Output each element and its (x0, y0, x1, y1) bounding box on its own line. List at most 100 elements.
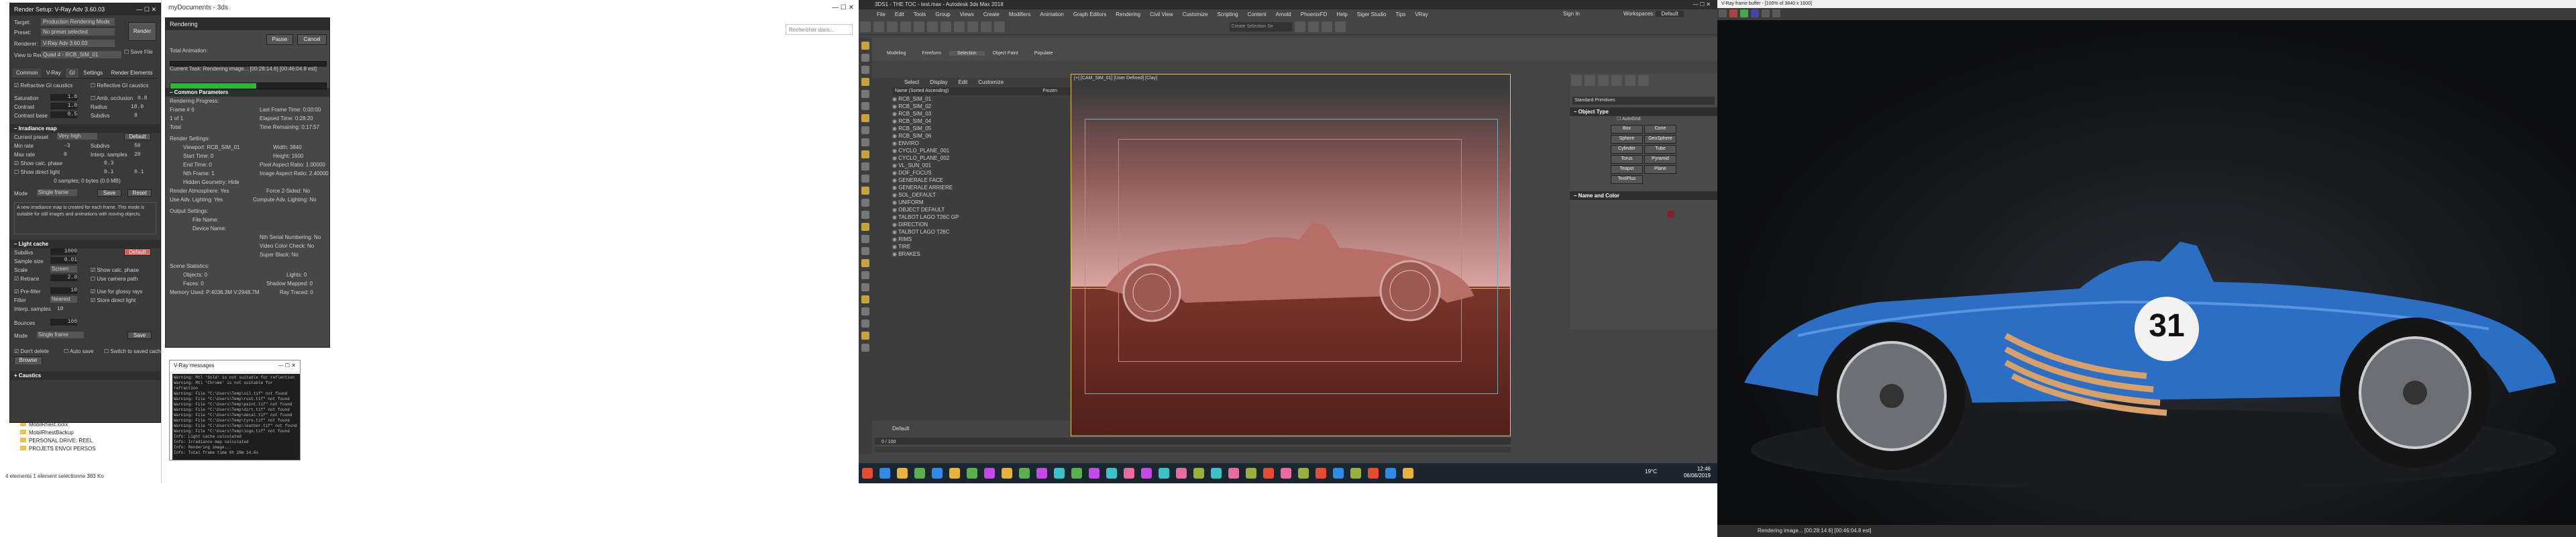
modify-tab-icon[interactable] (1585, 75, 1595, 86)
visibility-icon[interactable]: ◉ (892, 96, 898, 102)
tool-strip-icon[interactable] (861, 332, 869, 340)
select-by-name-icon[interactable] (941, 21, 951, 32)
tool-strip-icon[interactable] (861, 199, 869, 207)
tool-strip-icon[interactable] (861, 344, 869, 352)
taskbar-app-icon[interactable] (1019, 468, 1030, 479)
tool-strip-icon[interactable] (861, 54, 869, 62)
tool-strip-icon[interactable] (861, 42, 869, 50)
visibility-icon[interactable]: ◉ (892, 244, 898, 250)
visibility-icon[interactable]: ◉ (892, 251, 898, 257)
lc-save-button[interactable]: Save (127, 332, 152, 339)
scale-icon[interactable] (994, 21, 1005, 32)
taskbar-app-icon[interactable] (862, 468, 873, 479)
lc-default-button[interactable]: Default (124, 248, 151, 256)
save-file-checkbox[interactable]: ☐ Save File (124, 49, 153, 55)
explorer-window-controls[interactable]: — ☐ ✕ (832, 0, 854, 16)
taskbar-app-icon[interactable] (1246, 468, 1256, 479)
scene-object[interactable]: ◉ BRAKES (872, 250, 1071, 258)
scene-object[interactable]: ◉ DIRECTION (872, 221, 1071, 228)
scene-object[interactable]: ◉ OBJECT DEFAULT (872, 206, 1071, 213)
lc-subdivs-field[interactable]: 1000 (50, 248, 77, 255)
taskbar-app-icon[interactable] (1176, 468, 1187, 479)
tool-strip-icon[interactable] (861, 235, 869, 243)
taskbar-app-icon[interactable] (1124, 468, 1134, 479)
taskbar-app-icon[interactable] (967, 468, 977, 479)
tool-strip-icon[interactable] (861, 66, 869, 74)
scene-object[interactable]: ◉ TALBOT LAGO T26C GP (872, 213, 1071, 221)
tool-strip-icon[interactable] (861, 187, 869, 195)
taskbar-app-icon[interactable] (1298, 468, 1309, 479)
taskbar-app-icon[interactable] (949, 468, 960, 479)
visibility-icon[interactable]: ◉ (892, 170, 898, 176)
taskbar-app-icon[interactable] (1385, 468, 1396, 479)
amb-occlusion-checkbox[interactable]: ☐ Amb. occlusion (91, 94, 133, 103)
name-color-rollout[interactable]: – Name and Color (1570, 191, 1717, 200)
scene-object[interactable]: ◉ VL_SUN_001 (872, 162, 1071, 169)
ribbon-tab-modeling[interactable]: Modeling (879, 51, 914, 56)
primitive-pyramid-button[interactable]: Pyramid (1644, 155, 1676, 164)
tray-time[interactable]: 12:46 (1697, 466, 1711, 472)
taskbar-app-icon[interactable] (1368, 468, 1379, 479)
tab-common[interactable]: Common (13, 68, 42, 78)
tool-strip-icon[interactable] (861, 90, 869, 98)
tool-strip-icon[interactable] (861, 223, 869, 231)
taskbar-app-icon[interactable] (1263, 468, 1274, 479)
pause-button[interactable]: Pause (266, 34, 293, 45)
tool-strip-icon[interactable] (861, 150, 869, 158)
scene-object[interactable]: ◉ RCB_SIM_04 (872, 117, 1071, 125)
motion-tab-icon[interactable] (1611, 75, 1622, 86)
object-color-swatch[interactable] (1668, 211, 1674, 217)
scene-object[interactable]: ◉ RIMS (872, 236, 1071, 243)
visibility-icon[interactable]: ◉ (892, 126, 898, 132)
target-dropdown[interactable]: Production Rendering Mode (41, 18, 115, 26)
scene-object[interactable]: ◉ UNIFORM (872, 199, 1071, 206)
visibility-icon[interactable]: ◉ (892, 155, 898, 161)
visibility-icon[interactable]: ◉ (892, 148, 898, 154)
tool-strip-icon[interactable] (861, 307, 869, 315)
primitive-teapot-button[interactable]: Teapot (1611, 165, 1643, 174)
primitive-category-dropdown[interactable]: Standard Primitives (1572, 97, 1715, 105)
ribbon-tab-selection[interactable]: Selection (949, 51, 985, 56)
taskbar-app-icon[interactable] (1281, 468, 1291, 479)
menu-item-arnold[interactable]: Arnold (1271, 11, 1296, 17)
store-direct-checkbox[interactable]: ☑ Store direct light (91, 296, 136, 305)
scene-object[interactable]: ◉ TIRE (872, 243, 1071, 250)
menu-item-customize[interactable]: Customize (1178, 11, 1213, 17)
blue-channel-icon[interactable] (1751, 9, 1759, 17)
workspaces[interactable]: Workspaces: Default (1623, 11, 1684, 17)
taskbar-app-icon[interactable] (1002, 468, 1012, 479)
unlink-icon[interactable] (900, 21, 911, 32)
tab-vray[interactable]: V-Ray (43, 68, 64, 78)
scene-object[interactable]: ◉ RCB_SIM_01 (872, 95, 1071, 103)
scene-object[interactable]: ◉ GENERALE FACE (872, 177, 1071, 184)
visibility-icon[interactable]: ◉ (892, 236, 898, 242)
ribbon-tab-object-paint[interactable]: Object Paint (985, 51, 1026, 56)
teapot-icon[interactable] (1335, 21, 1346, 32)
menu-item-phoenixfd[interactable]: PhoenixFD (1296, 11, 1332, 17)
default-layer-dropdown[interactable]: Default (892, 426, 932, 434)
taskbar-app-icon[interactable] (1350, 468, 1361, 479)
primitive-tube-button[interactable]: Tube (1644, 145, 1676, 154)
bind-icon[interactable] (914, 21, 924, 32)
explorer-tab-edit[interactable]: Edit (953, 79, 973, 85)
dont-delete-checkbox[interactable]: ☑ Don't delete (14, 348, 49, 354)
visibility-icon[interactable]: ◉ (892, 177, 898, 183)
time-slider[interactable]: 0 / 100 (875, 438, 1511, 444)
contrast-field[interactable]: 1.0 (50, 103, 77, 109)
auto-save-checkbox[interactable]: ☐ Auto save (64, 347, 94, 356)
visibility-icon[interactable]: ◉ (892, 118, 898, 124)
scene-object[interactable]: ◉ TALBOT LAGO T26C (872, 228, 1071, 236)
pre-filter-checkbox[interactable]: ☑ Pre-filter (14, 289, 41, 295)
contrast-base-field[interactable]: 0.5 (50, 111, 77, 118)
autogrid-checkbox[interactable]: ☐ AutoGrid (1570, 116, 1717, 121)
tab-render-elements[interactable]: Render Elements (108, 68, 156, 78)
visibility-icon[interactable]: ◉ (892, 207, 898, 213)
menu-item-tips[interactable]: Tips (1391, 11, 1410, 17)
explorer-tab-customize[interactable]: Customize (973, 79, 1009, 85)
hierarchy-tab-icon[interactable] (1598, 75, 1609, 86)
menu-item-edit[interactable]: Edit (890, 11, 909, 17)
scene-object[interactable]: ◉ CYCLO_PLANE_002 (872, 154, 1071, 162)
scene-object[interactable]: ◉ RCB_SIM_03 (872, 110, 1071, 117)
light-cache-rollout[interactable]: – Light cache (10, 240, 160, 248)
camera-viewport[interactable]: [+] [CAM_SIM_01] [User Defined] [Clay] (1071, 74, 1511, 436)
